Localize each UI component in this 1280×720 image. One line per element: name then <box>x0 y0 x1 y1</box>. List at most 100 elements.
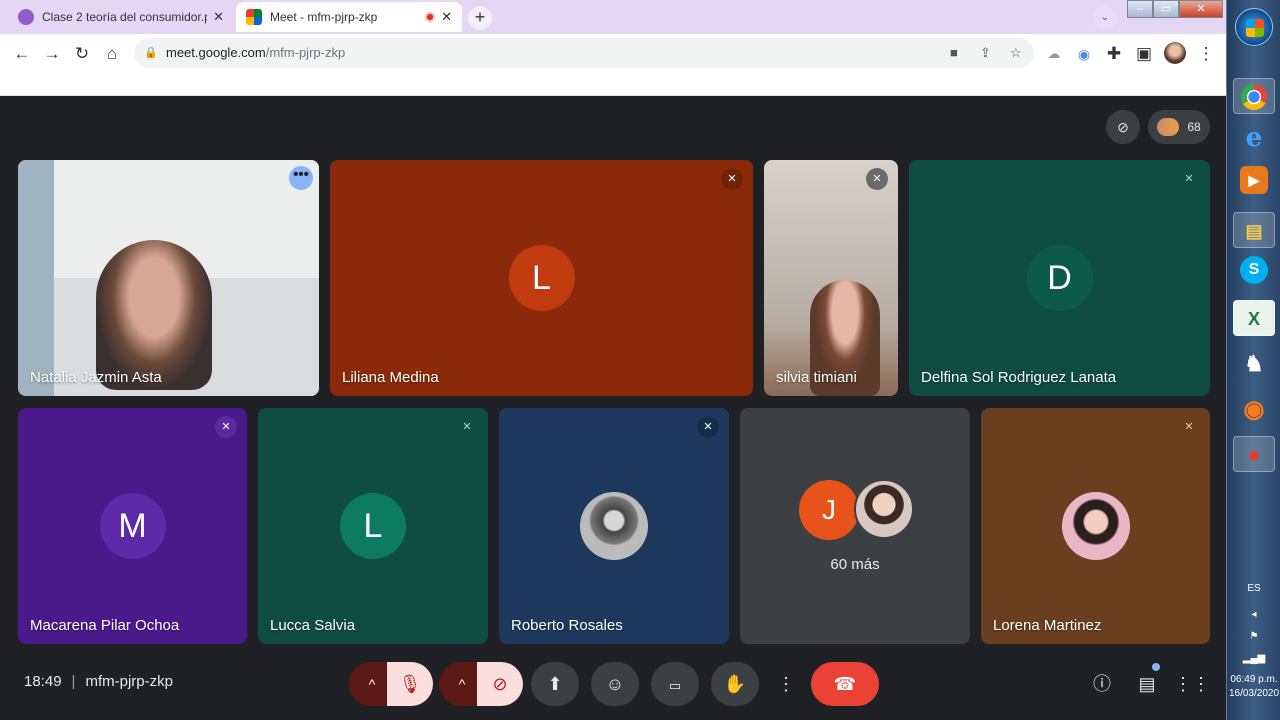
taskbar-app-skype[interactable]: S <box>1240 256 1268 284</box>
info-icon: ⓘ <box>1093 674 1111 694</box>
activities-button[interactable]: ⋮⋮ <box>1174 666 1210 702</box>
taskbar-app-excel[interactable]: X <box>1233 300 1275 336</box>
share-icon[interactable]: ⇪ <box>980 38 991 68</box>
mic-off-icon: 🎙 <box>398 674 422 694</box>
meeting-code: mfm-pjrp-zkp <box>85 673 173 690</box>
recording-indicator-icon <box>425 12 436 22</box>
lens-extension-icon[interactable]: ◉ <box>1070 40 1098 68</box>
meeting-time: 18:49 <box>24 673 62 690</box>
cloud-extension-icon[interactable]: ☁ <box>1040 40 1068 68</box>
start-button[interactable] <box>1235 8 1273 46</box>
participant-tile[interactable]: ✕ Roberto Rosales <box>499 408 729 644</box>
taskbar-app-firefox[interactable]: ◉ <box>1233 392 1275 428</box>
meet-area: ⊘ 68 ••• Natalia Jazmin Asta ✕ L Liliana… <box>0 96 1226 720</box>
microphone-toggle-button[interactable]: 🎙 <box>387 662 433 706</box>
participant-tile[interactable]: ✕ L Lucca Salvia <box>258 408 488 644</box>
hang-up-icon: ☎ <box>833 674 857 694</box>
chat-button[interactable]: ▤ <box>1129 666 1165 702</box>
participant-tile[interactable]: ✕ silvia timiani <box>764 160 898 396</box>
close-tab-icon[interactable]: ✕ <box>213 9 224 25</box>
participant-name: Lorena Martinez <box>993 617 1102 634</box>
taskbar-clock[interactable]: 06:49 p.m. 16/03/2020 <box>1227 673 1280 701</box>
participant-tile[interactable]: ✕ M Macarena Pilar Ochoa <box>18 408 247 644</box>
extensions-puzzle-icon[interactable]: ✚ <box>1100 40 1128 68</box>
home-icon[interactable]: ⌂ <box>98 40 126 68</box>
tab-search-button[interactable]: ⌄ <box>1093 6 1117 30</box>
new-tab-button[interactable]: + <box>468 6 492 30</box>
captions-icon: ▭ <box>668 678 682 693</box>
camera-off-icon: ⊘ <box>492 674 508 694</box>
hide-self-view-button[interactable]: ⊘ <box>1106 110 1140 144</box>
minimize-button[interactable]: – <box>1127 0 1153 18</box>
participant-name: Macarena Pilar Ochoa <box>30 617 180 634</box>
taskbar-app-recorder[interactable]: ● <box>1233 436 1275 472</box>
muted-mic-icon: ✕ <box>697 416 719 438</box>
avatar-initial: D <box>1026 245 1093 311</box>
participant-name: Delfina Sol Rodriguez Lanata <box>921 369 1117 386</box>
chrome-menu-icon[interactable]: ⋮ <box>1192 40 1220 68</box>
more-options-button[interactable]: ⋮ <box>768 662 804 706</box>
meeting-details-button[interactable]: ⓘ <box>1084 666 1120 702</box>
participant-tile[interactable]: ✕ D Delfina Sol Rodriguez Lanata <box>909 160 1210 396</box>
taskbar-app-ie[interactable]: e <box>1233 120 1275 156</box>
avatar-initial: L <box>340 493 406 559</box>
profile-avatar[interactable] <box>1164 42 1186 64</box>
pdf-tab-icon <box>18 9 34 25</box>
tab-pdf[interactable]: Clase 2 teoría del consumidor.pdf ✕ <box>8 2 234 32</box>
hand-icon: ✋ <box>723 674 747 694</box>
windows-taskbar: e ▶ ▤ S X ♞ ◉ ● ES ◂ ⚑ ▂▄▆ 06:49 p.m. 16… <box>1226 0 1280 720</box>
participant-tile[interactable]: ✕ Lorena Martinez <box>981 408 1210 644</box>
close-tab-icon[interactable]: ✕ <box>441 9 452 25</box>
show-hidden-icons-icon[interactable]: ◂ <box>1227 609 1280 620</box>
avatar-initial: J <box>799 480 859 540</box>
tab-meet[interactable]: Meet - mfm-pjrp-zkp ✕ <box>236 2 462 32</box>
side-panel-icon[interactable]: ▣ <box>1130 40 1158 68</box>
taskbar-app-explorer[interactable]: ▤ <box>1233 212 1275 248</box>
raise-hand-button[interactable]: ✋ <box>711 662 759 706</box>
captions-button[interactable]: ▭ <box>651 662 699 706</box>
network-signal-icon[interactable]: ▂▄▆ <box>1227 653 1280 664</box>
forward-arrow-icon[interactable]: → <box>38 40 66 68</box>
participant-tile[interactable]: ✕ L Liliana Medina <box>330 160 753 396</box>
chrome-icon <box>1241 84 1267 110</box>
reactions-button[interactable]: ☺ <box>591 662 639 706</box>
participant-name: Natalia Jazmin Asta <box>30 369 162 386</box>
action-center-flag-icon[interactable]: ⚑ <box>1227 631 1280 642</box>
leave-call-button[interactable]: ☎ <box>811 662 879 706</box>
participant-tile[interactable]: ••• Natalia Jazmin Asta <box>18 160 319 396</box>
close-window-button[interactable]: ✕ <box>1179 0 1223 18</box>
participant-name: Liliana Medina <box>342 369 439 386</box>
muted-mic-icon: ✕ <box>721 168 743 190</box>
muted-mic-icon: ✕ <box>866 168 888 190</box>
taskbar-app-chrome[interactable] <box>1233 78 1275 114</box>
emoji-icon: ☺ <box>605 674 625 694</box>
address-bar[interactable]: 🔒 meet.google.com/mfm-pjrp-zkp ■ ⇪ ☆ <box>134 38 1034 68</box>
camera-toggle-button[interactable]: ⊘ <box>477 662 523 706</box>
participant-name: Lucca Salvia <box>270 617 356 634</box>
taskbar-app-media-player[interactable]: ▶ <box>1240 166 1268 194</box>
reload-icon[interactable]: ↻ <box>68 40 96 68</box>
back-arrow-icon[interactable]: ← <box>8 40 36 68</box>
present-screen-icon: ⬆ <box>547 674 563 694</box>
participants-button[interactable]: 68 <box>1148 110 1210 144</box>
video-person <box>96 240 212 390</box>
participant-photo <box>1061 492 1130 560</box>
present-screen-button[interactable]: ⬆ <box>531 662 579 706</box>
participant-count: 68 <box>1187 120 1201 134</box>
window-controls: – ▭ ✕ <box>1127 0 1223 18</box>
lock-icon[interactable]: 🔒 <box>144 38 158 68</box>
browser-tab-bar: Clase 2 teoría del consumidor.pdf ✕ Meet… <box>0 0 1226 34</box>
avatar-initial: M <box>99 493 166 559</box>
language-indicator[interactable]: ES <box>1227 583 1280 594</box>
more-participants-label: 60 más <box>830 556 880 573</box>
participant-photo <box>854 479 914 539</box>
muted-mic-icon: ✕ <box>215 416 237 438</box>
apps-grid-icon: ⋮⋮ <box>1174 674 1210 694</box>
tile-options-button[interactable]: ••• <box>289 166 313 190</box>
clock-date: 16/03/2020 <box>1228 688 1280 699</box>
camera-in-use-icon[interactable]: ■ <box>950 38 958 68</box>
taskbar-app-chess[interactable]: ♞ <box>1233 346 1275 382</box>
maximize-button[interactable]: ▭ <box>1153 0 1179 18</box>
more-participants-tile[interactable]: J 60 más <box>740 408 970 644</box>
bookmark-star-icon[interactable]: ☆ <box>1010 38 1022 68</box>
